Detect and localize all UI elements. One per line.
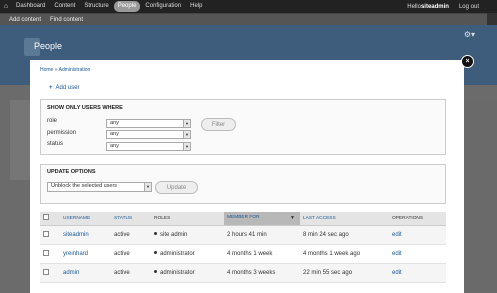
chevron-down-icon: ▼ xyxy=(183,120,190,127)
row-checkbox[interactable] xyxy=(43,249,49,256)
last-access-cell: 22 min 55 sec ago xyxy=(300,263,389,283)
username-link[interactable]: admin xyxy=(60,263,111,283)
current-username[interactable]: siteadmin xyxy=(421,4,449,10)
edit-link[interactable]: edit xyxy=(389,225,446,245)
status-label: status xyxy=(47,141,64,147)
users-table: Username Status Roles Member for ▼ Last a… xyxy=(40,212,446,283)
page-title: People xyxy=(34,41,63,51)
plus-icon: + xyxy=(49,85,53,91)
role-select-value: any xyxy=(110,120,119,126)
user-area: Hello siteadmin Log out xyxy=(407,0,479,13)
roles-cell: site admin xyxy=(151,225,224,245)
header-member-for-label: Member for xyxy=(227,215,260,221)
status-select-value: any xyxy=(110,143,119,149)
toolbar-item-configuration[interactable]: Configuration xyxy=(141,1,185,12)
row-select-cell xyxy=(40,244,60,264)
select-all-header xyxy=(40,212,60,226)
update-legend: Update options xyxy=(47,169,96,175)
row-select-cell xyxy=(40,263,60,283)
permission-select[interactable]: any ▼ xyxy=(106,130,191,139)
roles-cell: administrator xyxy=(151,263,224,283)
table-row: siteadmin active site admin 2 hours 41 m… xyxy=(40,225,446,245)
home-icon[interactable]: ⌂ xyxy=(0,0,12,13)
role-select[interactable]: any ▼ xyxy=(106,119,191,128)
bullet-icon xyxy=(154,251,157,255)
add-user-label: Add user xyxy=(55,85,80,91)
role-label: role xyxy=(47,118,58,124)
roles-cell: administrator xyxy=(151,244,224,264)
logout-link[interactable]: Log out xyxy=(459,4,479,10)
row-select-cell xyxy=(40,225,60,245)
breadcrumb[interactable]: Home » Administration xyxy=(40,67,90,73)
role-value: administrator xyxy=(160,250,195,257)
chevron-down-icon: ▼ xyxy=(183,143,190,150)
update-button[interactable]: Update xyxy=(155,181,198,194)
status-cell: active xyxy=(111,225,151,245)
toolbar-toggle[interactable] xyxy=(487,13,497,25)
add-user-link[interactable]: + Add user xyxy=(49,85,80,91)
row-checkbox[interactable] xyxy=(43,268,49,275)
shortcut-add-content[interactable]: Add content xyxy=(9,17,41,23)
header-status[interactable]: Status xyxy=(111,212,151,226)
toolbar-item-dashboard[interactable]: Dashboard xyxy=(12,1,49,12)
toolbar-item-structure[interactable]: Structure xyxy=(80,1,112,12)
edit-link[interactable]: edit xyxy=(389,263,446,283)
status-cell: active xyxy=(111,263,151,283)
chevron-down-icon: ▼ xyxy=(183,131,190,138)
shortcut-find-content[interactable]: Find content xyxy=(50,17,83,23)
select-all-checkbox[interactable] xyxy=(43,214,49,221)
filter-legend: Show only users where xyxy=(47,105,123,111)
overlay-title-bar xyxy=(24,38,472,60)
toolbar-item-content[interactable]: Content xyxy=(50,1,79,12)
bullet-icon xyxy=(154,232,157,236)
shortcut-bar: Add content Find content xyxy=(0,13,497,25)
member-for-cell: 4 months 1 week xyxy=(224,244,300,264)
header-operations: Operations xyxy=(389,212,446,226)
last-access-cell: 4 months 1 week ago xyxy=(300,244,389,264)
permission-select-value: any xyxy=(110,131,119,137)
header-member-for[interactable]: Member for ▼ xyxy=(224,212,300,226)
table-header-row: Username Status Roles Member for ▼ Last a… xyxy=(40,212,446,226)
sort-desc-icon: ▼ xyxy=(290,215,295,222)
close-icon[interactable]: × xyxy=(461,55,474,68)
update-operation-value: Unblock the selected users xyxy=(51,183,118,189)
filter-button[interactable]: Filter xyxy=(201,118,236,131)
username-link[interactable]: siteadmin xyxy=(60,225,111,245)
update-operation-select[interactable]: Unblock the selected users ▼ xyxy=(47,182,152,192)
toolbar-item-help[interactable]: Help xyxy=(186,1,206,12)
header-last-access[interactable]: Last access xyxy=(300,212,389,226)
header-username[interactable]: Username xyxy=(60,212,111,226)
member-for-cell: 4 months 3 weeks xyxy=(224,263,300,283)
role-value: administrator xyxy=(160,269,195,276)
permission-label: permission xyxy=(47,130,77,136)
chevron-down-icon: ▼ xyxy=(144,183,151,191)
header-roles: Roles xyxy=(151,212,224,226)
admin-toolbar: ⌂ Dashboard Content Structure People Con… xyxy=(0,0,497,13)
bullet-icon xyxy=(154,270,157,274)
member-for-cell: 2 hours 41 min xyxy=(224,225,300,245)
table-row: yreinhard active administrator 4 months … xyxy=(40,244,446,264)
toolbar-item-people[interactable]: People xyxy=(113,1,141,12)
status-cell: active xyxy=(111,244,151,264)
role-value: site admin xyxy=(160,231,188,238)
toolbar-menu: Dashboard Content Structure People Confi… xyxy=(12,1,207,12)
edit-link[interactable]: edit xyxy=(389,244,446,264)
row-checkbox[interactable] xyxy=(43,230,49,237)
last-access-cell: 8 min 24 sec ago xyxy=(300,225,389,245)
status-select[interactable]: any ▼ xyxy=(106,142,191,151)
greeting-text: Hello xyxy=(407,3,421,10)
table-row: admin active administrator 4 months 3 we… xyxy=(40,263,446,283)
username-link[interactable]: yreinhard xyxy=(60,244,111,264)
